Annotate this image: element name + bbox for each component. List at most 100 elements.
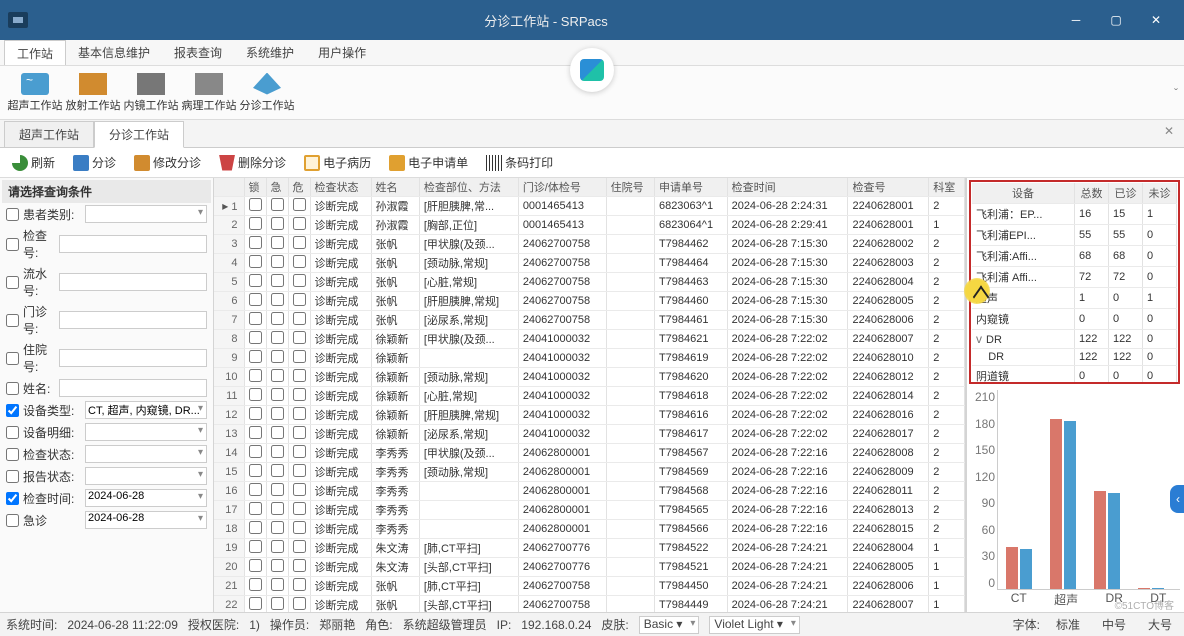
filter-checkbox[interactable] <box>6 352 19 365</box>
row-check[interactable] <box>271 312 284 325</box>
table-row[interactable]: 17诊断完成李秀秀24062800001T79845652024-06-28 7… <box>214 501 965 520</box>
filter-checkbox[interactable] <box>6 276 19 289</box>
row-check[interactable] <box>293 578 306 591</box>
table-row[interactable]: 18诊断完成李秀秀24062800001T79845662024-06-28 7… <box>214 520 965 539</box>
menu-item[interactable]: 系统维护 <box>234 40 306 65</box>
row-check[interactable] <box>271 597 284 610</box>
filter-input[interactable] <box>59 235 207 253</box>
row-check[interactable] <box>249 312 262 325</box>
stat-header[interactable]: 设备 <box>972 183 1075 204</box>
grid-header[interactable]: 住院号 <box>606 178 654 197</box>
row-check[interactable] <box>293 331 306 344</box>
table-row[interactable]: 19诊断完成朱文涛[肺,CT平扫]24062700776T79845222024… <box>214 539 965 558</box>
row-check[interactable] <box>249 255 262 268</box>
filter-checkbox[interactable] <box>6 514 19 527</box>
row-check[interactable] <box>271 521 284 534</box>
grid-header[interactable]: 急 <box>266 178 288 197</box>
table-row[interactable]: 2诊断完成孙淑霞[胸部,正位]00014654136823064^12024-0… <box>214 216 965 235</box>
row-check[interactable] <box>271 236 284 249</box>
table-row[interactable]: 21诊断完成张帆[肺,CT平扫]24062700758T79844502024-… <box>214 577 965 596</box>
table-row[interactable]: ▸ 1诊断完成孙淑霞[肝胆胰脾,常...00014654136823063^12… <box>214 197 965 216</box>
stat-row[interactable]: vDR1221220 <box>972 330 1177 349</box>
row-check[interactable] <box>249 198 262 211</box>
grid-header[interactable]: 门诊/体检号 <box>518 178 606 197</box>
row-check[interactable] <box>293 464 306 477</box>
row-check[interactable] <box>271 407 284 420</box>
row-check[interactable] <box>271 350 284 363</box>
ribbon-button[interactable]: 分诊工作站 <box>238 71 296 115</box>
font-standard[interactable]: 标准 <box>1050 616 1086 633</box>
row-check[interactable] <box>293 388 306 401</box>
row-check[interactable] <box>293 369 306 382</box>
row-check[interactable] <box>293 350 306 363</box>
stats-grid[interactable]: 设备总数已诊未诊飞利浦：EP...16151飞利浦EPI...55550飞利浦:… <box>969 180 1180 384</box>
filter-checkbox[interactable] <box>6 426 19 439</box>
row-check[interactable] <box>271 483 284 496</box>
filter-input[interactable] <box>59 349 207 367</box>
filter-checkbox[interactable] <box>6 492 19 505</box>
row-check[interactable] <box>293 255 306 268</box>
table-row[interactable]: 16诊断完成李秀秀24062800001T79845682024-06-28 7… <box>214 482 965 501</box>
menu-item[interactable]: 基本信息维护 <box>66 40 162 65</box>
row-check[interactable] <box>249 293 262 306</box>
minimize-button[interactable]: ─ <box>1056 5 1096 35</box>
ribbon-button[interactable]: 病理工作站 <box>180 71 238 115</box>
row-check[interactable] <box>249 217 262 230</box>
row-check[interactable] <box>293 217 306 230</box>
table-row[interactable]: 22诊断完成张帆[头部,CT平扫]24062700758T79844492024… <box>214 596 965 613</box>
table-row[interactable]: 8诊断完成徐颖新[甲状腺(及颈...24041000032T7984621202… <box>214 330 965 349</box>
row-check[interactable] <box>293 540 306 553</box>
ribbon-button[interactable]: 超声工作站 <box>6 71 64 115</box>
row-check[interactable] <box>271 388 284 401</box>
table-row[interactable]: 4诊断完成张帆[颈动脉,常规]24062700758T79844642024-0… <box>214 254 965 273</box>
row-check[interactable] <box>271 445 284 458</box>
row-check[interactable] <box>293 407 306 420</box>
row-check[interactable] <box>271 369 284 382</box>
table-row[interactable]: 14诊断完成李秀秀[甲状腺(及颈...24062800001T798456720… <box>214 444 965 463</box>
ribbon-button[interactable]: 内镜工作站 <box>122 71 180 115</box>
font-medium[interactable]: 中号 <box>1096 616 1132 633</box>
table-row[interactable]: 11诊断完成徐颖新[心脏,常规]24041000032T79846182024-… <box>214 387 965 406</box>
table-row[interactable]: 10诊断完成徐颖新[颈动脉,常规]24041000032T79846202024… <box>214 368 965 387</box>
row-check[interactable] <box>271 217 284 230</box>
table-row[interactable]: 7诊断完成张帆[泌尿系,常规]24062700758T79844612024-0… <box>214 311 965 330</box>
filter-checkbox[interactable] <box>6 448 19 461</box>
filter-combo[interactable]: 2024-06-28 <box>85 511 207 529</box>
close-button[interactable]: ✕ <box>1136 5 1176 35</box>
row-check[interactable] <box>293 426 306 439</box>
filter-combo[interactable] <box>85 445 207 463</box>
stat-header[interactable]: 未诊 <box>1143 183 1177 204</box>
filter-combo[interactable]: 2024-06-28 <box>85 489 207 507</box>
row-check[interactable] <box>293 198 306 211</box>
menu-item[interactable]: 用户操作 <box>306 40 378 65</box>
row-check[interactable] <box>249 407 262 420</box>
main-grid[interactable]: 锁急危检查状态姓名检查部位、方法门诊/体检号住院号申请单号检查时间检查号科室▸ … <box>214 178 966 612</box>
grid-header[interactable]: 科室 <box>929 178 965 197</box>
row-check[interactable] <box>293 502 306 515</box>
ribbon-button[interactable]: 放射工作站 <box>64 71 122 115</box>
filter-checkbox[interactable] <box>6 382 19 395</box>
grid-header[interactable]: 申请单号 <box>654 178 727 197</box>
table-row[interactable]: 6诊断完成张帆[肝胆胰脾,常规]24062700758T79844602024-… <box>214 292 965 311</box>
row-check[interactable] <box>271 426 284 439</box>
row-check[interactable] <box>249 274 262 287</box>
skin-combo[interactable]: Basic ▾ <box>639 616 700 634</box>
ribbon-collapse-icon[interactable]: ˇ <box>1174 86 1178 100</box>
grid-header[interactable]: 检查部位、方法 <box>419 178 518 197</box>
row-check[interactable] <box>271 502 284 515</box>
maximize-button[interactable]: ▢ <box>1096 5 1136 35</box>
row-check[interactable] <box>271 559 284 572</box>
filter-input[interactable] <box>59 311 207 329</box>
filter-combo[interactable] <box>85 205 207 223</box>
tab-close-icon[interactable]: ✕ <box>1164 124 1174 138</box>
grid-header[interactable]: 姓名 <box>371 178 419 197</box>
font-large[interactable]: 大号 <box>1142 616 1178 633</box>
emr-button[interactable]: 电子病历 <box>296 152 379 173</box>
grid-header[interactable]: 检查号 <box>848 178 929 197</box>
grid-header[interactable]: 锁 <box>244 178 266 197</box>
row-check[interactable] <box>249 350 262 363</box>
filter-combo[interactable] <box>85 467 207 485</box>
stat-header[interactable]: 总数 <box>1075 183 1109 204</box>
row-check[interactable] <box>249 578 262 591</box>
row-check[interactable] <box>249 559 262 572</box>
